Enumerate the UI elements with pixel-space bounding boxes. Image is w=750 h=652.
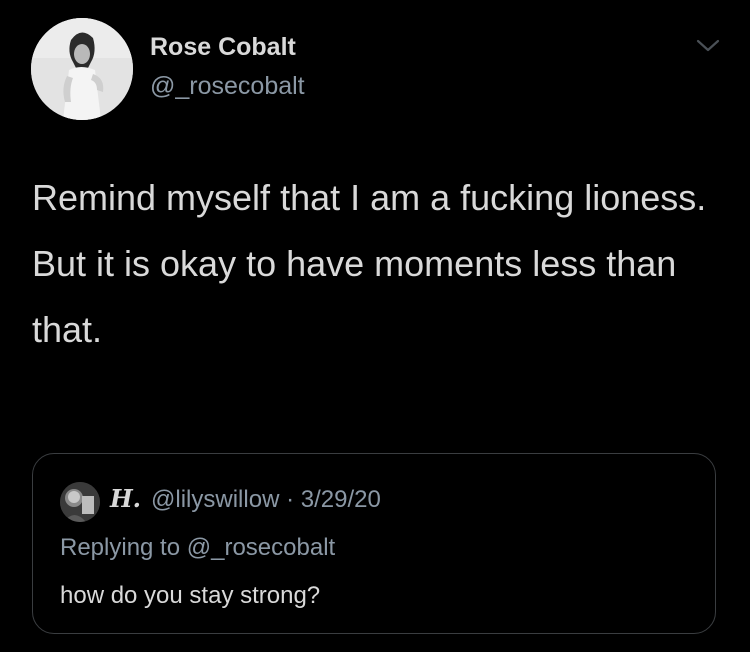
quoted-tweet[interactable]: H. @lilyswillow · 3/29/20 Replying to @_r… [32, 453, 716, 634]
tweet-text: Remind myself that I am a fucking liones… [32, 165, 712, 363]
replying-to-handle[interactable]: @_rosecobalt [187, 534, 335, 561]
replying-to: Replying to @_rosecobalt [60, 534, 335, 562]
dot-separator: · [286, 486, 295, 513]
author-handle[interactable]: @_rosecobalt [150, 72, 305, 101]
tweet-text-line: Remind myself that I am a fucking liones… [32, 177, 707, 218]
replying-to-label: Replying to [60, 534, 181, 561]
quoted-date: 3/29/20 [300, 486, 381, 513]
author-name[interactable]: Rose Cobalt [150, 33, 296, 62]
quoted-author-handle[interactable]: @lilyswillow [151, 486, 279, 513]
author-avatar[interactable] [31, 18, 133, 120]
tweet: Rose Cobalt @_rosecobalt Remind myself t… [0, 0, 750, 652]
quoted-avatar-image [60, 482, 100, 522]
quoted-text: how do you stay strong? [60, 582, 321, 609]
tweet-text-line: But it is okay to have moments less than… [32, 243, 677, 350]
quoted-author-name[interactable]: H. [110, 484, 141, 513]
quoted-header: H. @lilyswillow · 3/29/20 [110, 484, 381, 514]
quoted-author-avatar [60, 482, 100, 522]
chevron-down-icon[interactable] [696, 37, 720, 55]
author-avatar-image [31, 18, 133, 120]
